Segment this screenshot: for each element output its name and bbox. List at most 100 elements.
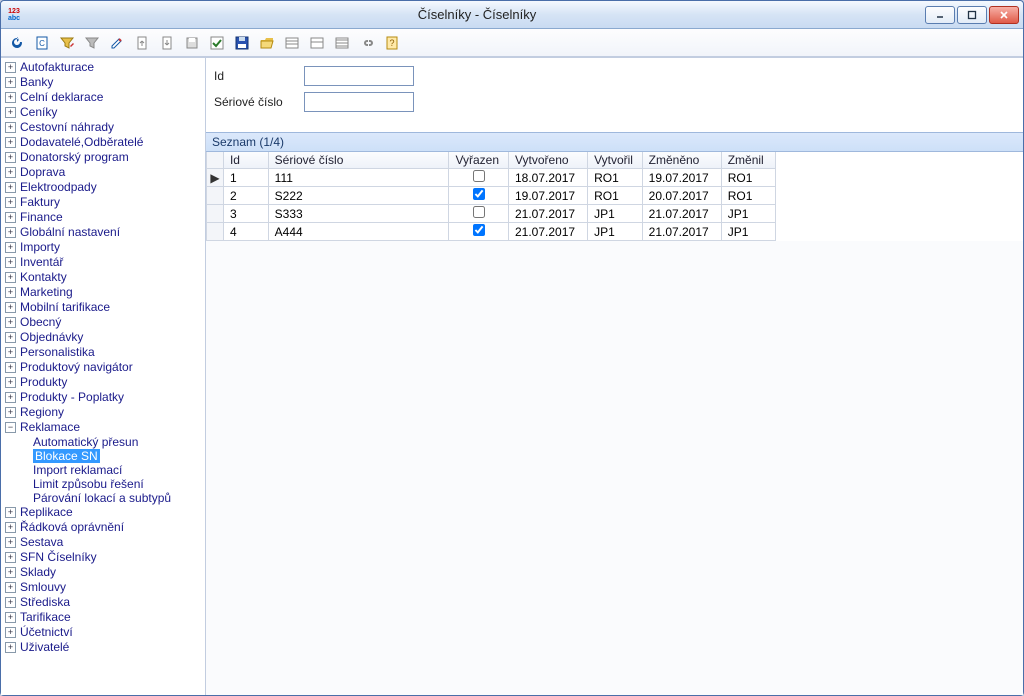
tree-node[interactable]: −Reklamace	[1, 420, 205, 435]
check-icon[interactable]	[207, 33, 227, 53]
tree-node[interactable]: +Importy	[1, 240, 205, 255]
tree-child[interactable]: Limit způsobu řešení	[29, 477, 205, 491]
tree-node[interactable]: +Regiony	[1, 405, 205, 420]
col-createdby[interactable]: Vytvořil	[588, 152, 643, 169]
lines-3-icon[interactable]	[332, 33, 352, 53]
discarded-checkbox[interactable]	[473, 188, 485, 200]
col-discarded[interactable]: Vyřazen	[449, 152, 509, 169]
tree-child[interactable]: Automatický přesun	[29, 435, 205, 449]
page-c-icon[interactable]: C	[32, 33, 52, 53]
tree-node[interactable]: +Ceníky	[1, 105, 205, 120]
close-button[interactable]	[989, 6, 1019, 24]
expand-icon[interactable]: +	[5, 257, 16, 268]
expand-icon[interactable]: +	[5, 92, 16, 103]
expand-icon[interactable]: +	[5, 627, 16, 638]
expand-icon[interactable]: +	[5, 537, 16, 548]
tree-scroll[interactable]: +Autofakturace+Banky+Celní deklarace+Cen…	[1, 58, 205, 695]
expand-icon[interactable]: +	[5, 302, 16, 313]
collapse-icon[interactable]: −	[5, 422, 16, 433]
tree-node[interactable]: +Faktury	[1, 195, 205, 210]
discarded-checkbox[interactable]	[473, 224, 485, 236]
expand-icon[interactable]: +	[5, 272, 16, 283]
lines-2-icon[interactable]	[307, 33, 327, 53]
funnel-edit-icon[interactable]	[57, 33, 77, 53]
lines-1-icon[interactable]	[282, 33, 302, 53]
expand-icon[interactable]: +	[5, 597, 16, 608]
tree-node[interactable]: +Personalistika	[1, 345, 205, 360]
tree-node[interactable]: +Mobilní tarifikace	[1, 300, 205, 315]
tree-child[interactable]: Blokace SN	[29, 449, 205, 463]
tree-child[interactable]: Párování lokací a subtypů	[29, 491, 205, 505]
maximize-button[interactable]	[957, 6, 987, 24]
col-id[interactable]: Id	[223, 152, 268, 169]
expand-icon[interactable]: +	[5, 522, 16, 533]
tree-node[interactable]: +Kontakty	[1, 270, 205, 285]
refresh-icon[interactable]	[7, 33, 27, 53]
discarded-checkbox[interactable]	[473, 170, 485, 182]
col-serial[interactable]: Sériové číslo	[268, 152, 449, 169]
expand-icon[interactable]: +	[5, 107, 16, 118]
save-disk-icon[interactable]	[232, 33, 252, 53]
tree-node[interactable]: +Sklady	[1, 565, 205, 580]
expand-icon[interactable]: +	[5, 392, 16, 403]
tree-node[interactable]: +Finance	[1, 210, 205, 225]
tree-child[interactable]: Import reklamací	[29, 463, 205, 477]
tree-node[interactable]: +Sestava	[1, 535, 205, 550]
expand-icon[interactable]: +	[5, 407, 16, 418]
tree-node[interactable]: +Produkty - Poplatky	[1, 390, 205, 405]
expand-icon[interactable]: +	[5, 122, 16, 133]
tree-node[interactable]: +Donatorský program	[1, 150, 205, 165]
expand-icon[interactable]: +	[5, 182, 16, 193]
table-row[interactable]: 4A44421.07.2017JP121.07.2017JP1	[207, 223, 776, 241]
tree-node[interactable]: +Tarifikace	[1, 610, 205, 625]
expand-icon[interactable]: +	[5, 377, 16, 388]
tree-node[interactable]: +Replikace	[1, 505, 205, 520]
tree-node[interactable]: +Cestovní náhrady	[1, 120, 205, 135]
expand-icon[interactable]: +	[5, 77, 16, 88]
expand-icon[interactable]: +	[5, 347, 16, 358]
expand-icon[interactable]: +	[5, 152, 16, 163]
tree-node[interactable]: +Inventář	[1, 255, 205, 270]
tree-node[interactable]: +Doprava	[1, 165, 205, 180]
expand-icon[interactable]: +	[5, 62, 16, 73]
discarded-checkbox[interactable]	[473, 206, 485, 218]
col-changedby[interactable]: Změnil	[721, 152, 775, 169]
tree-node[interactable]: +Střediska	[1, 595, 205, 610]
table-row[interactable]: ▶111118.07.2017RO119.07.2017RO1	[207, 169, 776, 187]
expand-icon[interactable]: +	[5, 642, 16, 653]
tree-node[interactable]: +Objednávky	[1, 330, 205, 345]
doc-up-icon[interactable]	[132, 33, 152, 53]
doc-down-icon[interactable]	[157, 33, 177, 53]
table-row[interactable]: 3S33321.07.2017JP121.07.2017JP1	[207, 205, 776, 223]
open-folder-icon[interactable]	[257, 33, 277, 53]
tree-node[interactable]: +Globální nastavení	[1, 225, 205, 240]
expand-icon[interactable]: +	[5, 582, 16, 593]
expand-icon[interactable]: +	[5, 612, 16, 623]
edit-icon[interactable]	[107, 33, 127, 53]
tree-node[interactable]: +Produktový navigátor	[1, 360, 205, 375]
expand-icon[interactable]: +	[5, 227, 16, 238]
save-1-icon[interactable]	[182, 33, 202, 53]
expand-icon[interactable]: +	[5, 507, 16, 518]
expand-icon[interactable]: +	[5, 552, 16, 563]
minimize-button[interactable]	[925, 6, 955, 24]
help-icon[interactable]: ?	[382, 33, 402, 53]
tree-node[interactable]: +Dodavatelé,Odběratelé	[1, 135, 205, 150]
funnel-icon[interactable]	[82, 33, 102, 53]
tree-node[interactable]: +Uživatelé	[1, 640, 205, 655]
tree-node[interactable]: +Produkty	[1, 375, 205, 390]
expand-icon[interactable]: +	[5, 362, 16, 373]
expand-icon[interactable]: +	[5, 287, 16, 298]
tree-node[interactable]: +Elektroodpady	[1, 180, 205, 195]
tree-node[interactable]: +Autofakturace	[1, 60, 205, 75]
expand-icon[interactable]: +	[5, 317, 16, 328]
expand-icon[interactable]: +	[5, 137, 16, 148]
tree-node[interactable]: +Řádková oprávnění	[1, 520, 205, 535]
tree-node[interactable]: +Banky	[1, 75, 205, 90]
link-icon[interactable]	[357, 33, 377, 53]
id-input[interactable]	[304, 66, 414, 86]
col-created[interactable]: Vytvořeno	[508, 152, 587, 169]
expand-icon[interactable]: +	[5, 567, 16, 578]
tree-node[interactable]: +Marketing	[1, 285, 205, 300]
tree-node[interactable]: +Obecný	[1, 315, 205, 330]
